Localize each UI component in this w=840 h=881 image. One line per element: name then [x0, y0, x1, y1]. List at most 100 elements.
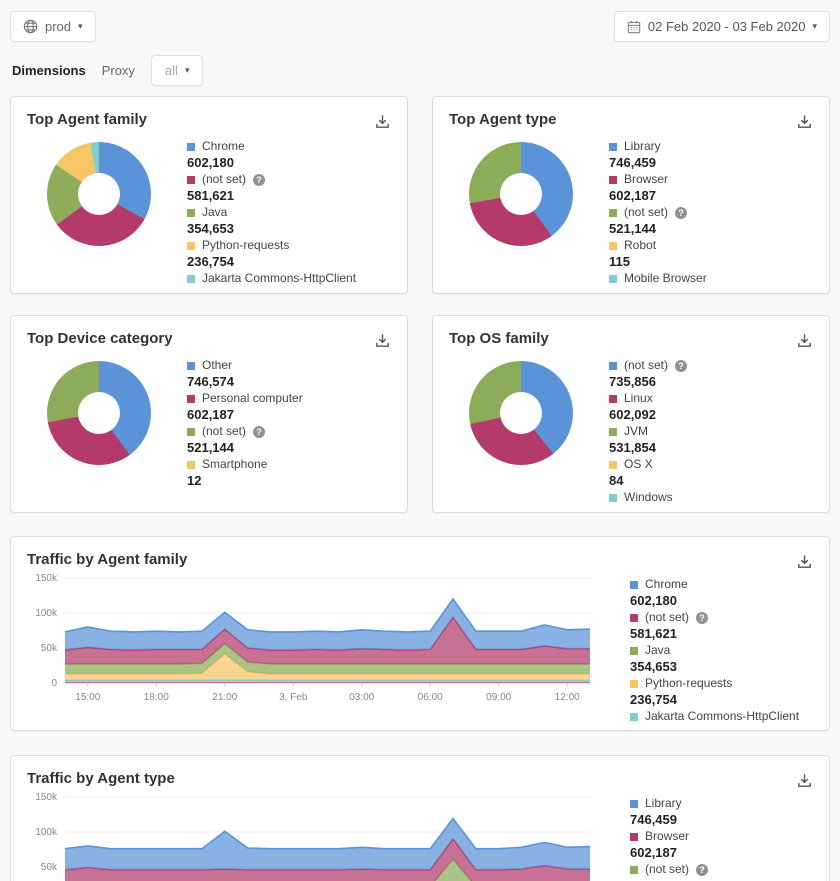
svg-text:0: 0: [51, 678, 57, 689]
legend-label: (not set): [645, 610, 689, 625]
legend-item: Smartphone: [187, 457, 401, 472]
date-range-selector[interactable]: 02 Feb 2020 - 03 Feb 2020 ▾: [614, 11, 830, 42]
legend-value: 581,621: [187, 188, 401, 204]
legend-label: (not set): [202, 424, 246, 439]
download-icon: [374, 332, 391, 349]
download-button[interactable]: [794, 330, 815, 354]
legend-value: 236,754: [187, 254, 401, 270]
legend-item: Library: [609, 139, 823, 154]
legend-item: (not set)?: [187, 172, 401, 187]
legend-item: Jakarta Commons-HttpClient: [187, 271, 401, 286]
legend-label: Windows: [624, 490, 673, 505]
help-icon[interactable]: ?: [253, 174, 265, 186]
download-button[interactable]: [372, 111, 393, 135]
legend-label: Python-requests: [202, 238, 289, 253]
help-icon[interactable]: ?: [675, 360, 687, 372]
card-title: Traffic by Agent type: [11, 756, 829, 787]
donut-chart: [47, 361, 151, 465]
legend-label: (not set): [645, 862, 689, 877]
globe-icon: [23, 19, 38, 34]
legend-swatch: [630, 647, 638, 655]
legend-value: 236,754: [630, 692, 823, 708]
download-button[interactable]: [372, 330, 393, 354]
svg-text:09:00: 09:00: [486, 692, 511, 703]
legend-value: 354,653: [630, 659, 823, 675]
legend-label: Jakarta Commons-HttpClient: [645, 709, 799, 724]
download-button[interactable]: [794, 770, 815, 794]
legend-swatch: [609, 362, 617, 370]
card-top-device-category: Top Device category Other746,574Personal…: [10, 315, 408, 513]
legend-swatch: [187, 176, 195, 184]
svg-text:12:00: 12:00: [555, 692, 580, 703]
top-bar: prod ▾ 02 Feb 2020 - 03 Feb 2020 ▾: [0, 0, 840, 42]
download-button[interactable]: [794, 551, 815, 575]
svg-text:150k: 150k: [35, 792, 58, 803]
legend-label: Browser: [645, 829, 689, 844]
legend-label: (not set): [624, 358, 668, 373]
legend-label: Java: [202, 205, 227, 220]
legend-value: 735,856: [609, 374, 823, 390]
chart-legend: Library746,459Browser602,187(not set)?52…: [609, 138, 829, 286]
card-traffic-by-agent-family: Traffic by Agent family 150k100k50k015:0…: [10, 536, 830, 731]
legend-swatch: [609, 275, 617, 283]
legend-value: 531,854: [609, 440, 823, 456]
svg-text:03:00: 03:00: [349, 692, 374, 703]
legend-swatch: [630, 833, 638, 841]
svg-text:15:00: 15:00: [75, 692, 100, 703]
legend-item: Chrome: [187, 139, 401, 154]
help-icon[interactable]: ?: [675, 207, 687, 219]
legend-label: Linux: [624, 391, 653, 406]
proxy-label: Proxy: [102, 63, 135, 78]
svg-text:50k: 50k: [41, 643, 58, 654]
legend-value: 602,187: [609, 188, 823, 204]
legend-swatch: [630, 800, 638, 808]
chevron-down-icon: ▾: [78, 22, 83, 31]
proxy-select[interactable]: all ▾: [151, 55, 204, 86]
help-icon[interactable]: ?: [696, 612, 708, 624]
legend-value: 354,653: [187, 221, 401, 237]
legend-label: Library: [645, 796, 682, 811]
donut-chart: [469, 361, 573, 465]
legend-label: Browser: [624, 172, 668, 187]
card-top-agent-family: Top Agent family Chrome602,180(not set)?…: [10, 96, 408, 294]
legend-label: (not set): [202, 172, 246, 187]
legend-value: 115: [609, 254, 823, 270]
legend-swatch: [630, 713, 638, 721]
legend-item: Windows: [609, 490, 823, 505]
legend-label: Python-requests: [645, 676, 732, 691]
chart-legend: (not set)?735,856Linux602,092JVM531,854O…: [609, 357, 829, 505]
legend-swatch: [187, 362, 195, 370]
chart-legend: Library746,459Browser602,187(not set)?52…: [602, 789, 829, 881]
download-icon: [796, 332, 813, 349]
legend-item: Java: [630, 643, 823, 658]
legend-swatch: [187, 461, 195, 469]
legend-value: 602,187: [187, 407, 401, 423]
legend-value: 602,092: [609, 407, 823, 423]
legend-item: Python-requests: [630, 676, 823, 691]
chart-legend: Chrome602,180(not set)?581,621Java354,65…: [187, 138, 407, 286]
download-button[interactable]: [794, 111, 815, 135]
legend-item: Browser: [609, 172, 823, 187]
filter-bar: Dimensions Proxy all ▾: [0, 42, 840, 96]
legend-label: Other: [202, 358, 232, 373]
help-icon[interactable]: ?: [696, 864, 708, 876]
svg-text:3. Feb: 3. Feb: [279, 692, 308, 703]
help-icon[interactable]: ?: [253, 426, 265, 438]
legend-label: OS X: [624, 457, 653, 472]
legend-item: Linux: [609, 391, 823, 406]
legend-swatch: [187, 395, 195, 403]
legend-value: 746,459: [630, 812, 823, 828]
download-icon: [796, 113, 813, 130]
donut-cards-grid: Top Agent family Chrome602,180(not set)?…: [0, 96, 840, 513]
donut-chart: [469, 142, 573, 246]
legend-swatch: [630, 581, 638, 589]
legend-value: 521,144: [609, 221, 823, 237]
legend-swatch: [630, 866, 638, 874]
card-traffic-by-agent-type: Traffic by Agent type 150k100k50k015:001…: [10, 755, 830, 881]
legend-label: Chrome: [645, 577, 688, 592]
legend-swatch: [609, 494, 617, 502]
environment-selector[interactable]: prod ▾: [10, 11, 96, 42]
legend-item: (not set)?: [609, 205, 823, 220]
legend-swatch: [630, 680, 638, 688]
legend-swatch: [609, 143, 617, 151]
